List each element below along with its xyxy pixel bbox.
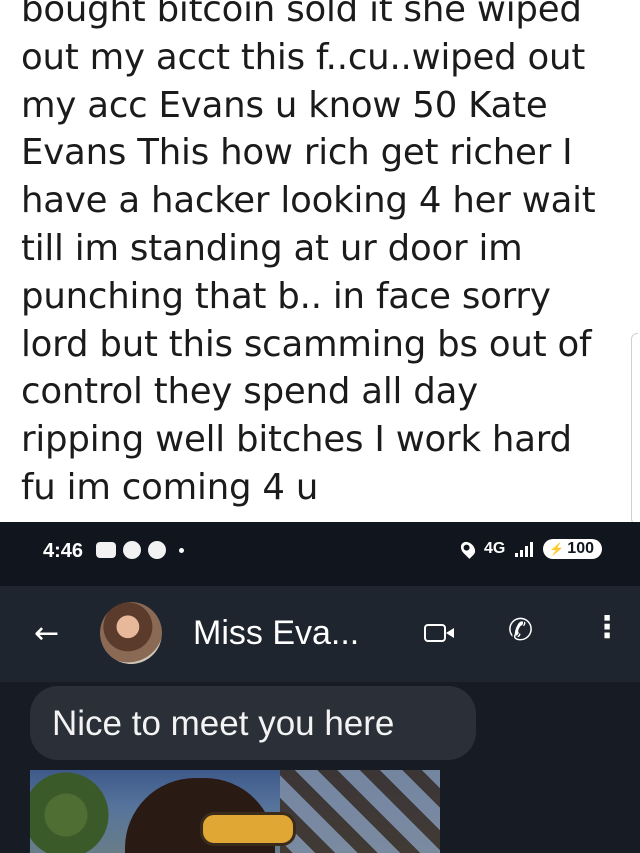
photo-structure bbox=[280, 770, 440, 853]
incoming-message-bubble[interactable]: Nice to meet you here bbox=[30, 686, 476, 760]
message-text: Nice to meet you here bbox=[52, 704, 395, 743]
battery-badge: ⚡ 100 bbox=[543, 539, 602, 559]
photo-sunglasses bbox=[200, 812, 296, 846]
status-time: 4:46 bbox=[43, 540, 84, 562]
contact-avatar[interactable] bbox=[100, 602, 162, 664]
signal-icon bbox=[515, 541, 534, 557]
post-line: control they spend all day bbox=[21, 371, 478, 413]
battery-level: 100 bbox=[567, 540, 594, 557]
post-line: bought bitcoin sold it she wiped bbox=[21, 0, 582, 30]
charging-icon: ⚡ bbox=[549, 542, 565, 556]
text-post: bought bitcoin sold it she wiped out my … bbox=[0, 0, 640, 522]
notification-icons bbox=[96, 541, 184, 559]
more-notifications-dot-icon bbox=[179, 547, 184, 553]
post-body: bought bitcoin sold it she wiped out my … bbox=[21, 0, 627, 512]
network-type: 4G bbox=[484, 540, 506, 557]
photo-tree bbox=[30, 770, 120, 853]
post-line: have a hacker looking 4 her wait bbox=[21, 180, 596, 222]
messenger-icon bbox=[123, 541, 141, 559]
message-list: Nice to meet you here bbox=[0, 682, 640, 853]
back-arrow-icon[interactable]: ← bbox=[34, 619, 59, 649]
scroll-edge-handle[interactable] bbox=[631, 333, 638, 522]
location-icon bbox=[458, 539, 478, 559]
contact-name[interactable]: Miss Eva... bbox=[193, 614, 359, 653]
more-options-icon[interactable]: ⋮ bbox=[592, 610, 622, 646]
post-line: till im standing at ur door im bbox=[21, 227, 523, 269]
chat-bubble-icon bbox=[148, 541, 166, 559]
post-line: my acc Evans u know 50 Kate bbox=[21, 84, 548, 126]
video-call-icon[interactable] bbox=[424, 624, 454, 642]
message-icon bbox=[96, 542, 116, 558]
shared-photo[interactable] bbox=[30, 770, 440, 853]
post-line: lord but this scamming bs out of bbox=[21, 323, 592, 365]
post-line: ripping well bitches I work hard bbox=[21, 419, 572, 461]
post-line: fu im coming 4 u bbox=[21, 466, 319, 508]
status-indicators: 4G ⚡ 100 bbox=[458, 539, 602, 559]
status-bar: 4:46 4G ⚡ 100 bbox=[0, 522, 640, 586]
post-line: Evans This how rich get richer I bbox=[21, 132, 573, 174]
phone-call-icon[interactable]: ✆ bbox=[508, 614, 533, 648]
post-line: out my acct this f..cu..wiped out bbox=[21, 36, 586, 78]
embedded-chat-screenshot: 4:46 4G ⚡ 100 ← Miss Eva... ✆ ⋮ Nice to m… bbox=[0, 522, 640, 853]
chat-header: ← Miss Eva... ✆ ⋮ bbox=[0, 586, 640, 682]
post-line: punching that b.. in face sorry bbox=[21, 275, 551, 317]
